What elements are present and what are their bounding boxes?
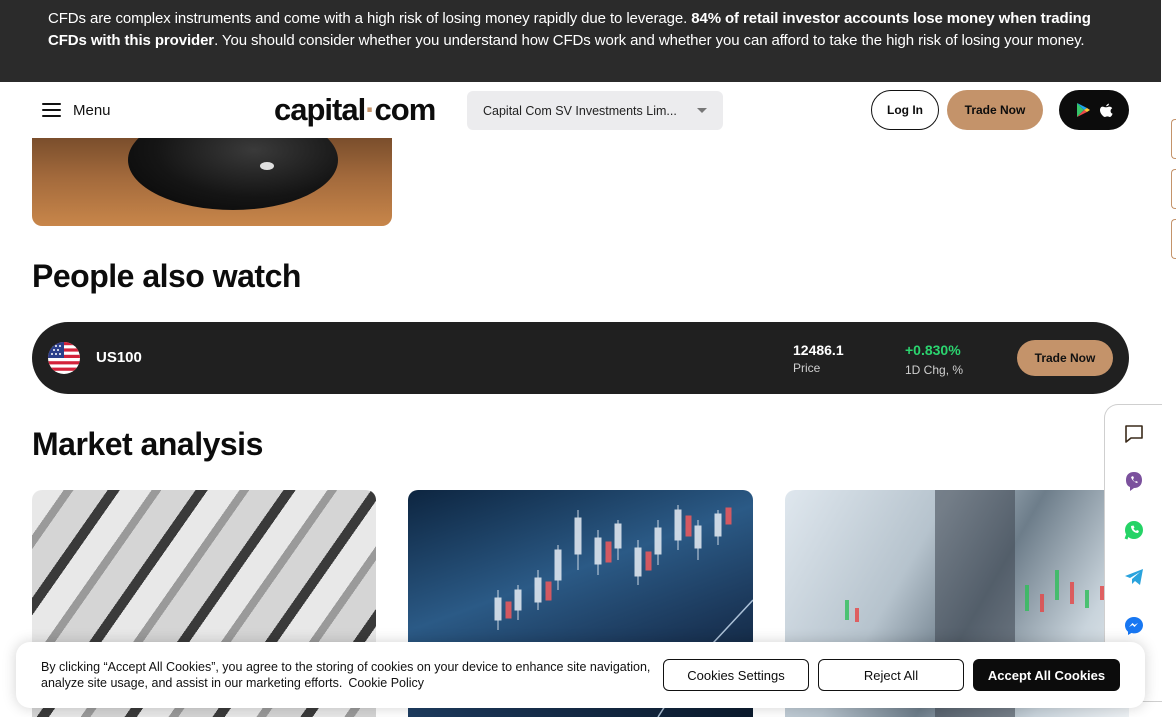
watch-row-us100[interactable]: US100 12486.1 Price +0.830% 1D Chg, % Tr…	[32, 322, 1129, 394]
change-label: 1D Chg, %	[905, 363, 964, 377]
accept-all-cookies-button[interactable]: Accept All Cookies	[973, 659, 1120, 691]
side-tab-3[interactable]	[1171, 219, 1176, 259]
reject-all-button[interactable]: Reject All	[818, 659, 964, 691]
side-tab-1[interactable]	[1171, 119, 1176, 159]
cookie-consent-banner: By clicking “Accept All Cookies”, you ag…	[16, 642, 1145, 708]
google-play-icon	[1077, 103, 1090, 117]
messenger-icon[interactable]	[1123, 615, 1145, 637]
cookie-policy-link[interactable]: Cookie Policy	[348, 676, 424, 690]
risk-warning-banner: CFDs are complex instruments and come wi…	[0, 0, 1161, 82]
menu-button[interactable]: Menu	[42, 98, 111, 122]
gavel-shape	[128, 138, 338, 210]
entity-select[interactable]: Capital Com SV Investments Lim...	[467, 91, 723, 130]
menu-label: Menu	[73, 101, 111, 119]
us-flag-icon	[48, 342, 80, 374]
side-tab-2[interactable]	[1171, 169, 1176, 209]
trade-now-button[interactable]: Trade Now	[947, 90, 1043, 130]
viber-icon[interactable]	[1123, 470, 1145, 492]
chat-icon[interactable]	[1123, 423, 1145, 445]
entity-select-value: Capital Com SV Investments Lim...	[483, 103, 677, 118]
people-also-watch-title: People also watch	[32, 258, 301, 294]
risk-text-end: . You should consider whether you unders…	[214, 32, 1085, 49]
cookie-text: By clicking “Accept All Cookies”, you ag…	[41, 660, 651, 690]
telegram-icon[interactable]	[1123, 566, 1145, 588]
cookie-text-block: By clicking “Accept All Cookies”, you ag…	[41, 659, 651, 691]
risk-text-start: CFDs are complex instruments and come wi…	[48, 10, 692, 27]
apple-icon	[1100, 103, 1113, 117]
hamburger-icon	[42, 103, 61, 117]
whatsapp-icon[interactable]	[1123, 519, 1145, 541]
cookies-settings-button[interactable]: Cookies Settings	[663, 659, 809, 691]
row-trade-now-button[interactable]: Trade Now	[1017, 340, 1113, 376]
price-label: Price	[793, 361, 821, 375]
instrument-price: 12486.1	[793, 342, 844, 358]
site-header: Menu capital·com Capital Com SV Investme…	[0, 82, 1161, 138]
instrument-symbol[interactable]: US100	[96, 349, 142, 366]
instrument-change: +0.830%	[905, 342, 961, 358]
article-image-gavel[interactable]	[32, 138, 392, 226]
login-button[interactable]: Log In	[871, 90, 939, 130]
market-analysis-title: Market analysis	[32, 426, 263, 462]
chevron-down-icon	[697, 108, 707, 113]
app-download-button[interactable]	[1059, 90, 1129, 130]
capital-com-logo[interactable]: capital·com	[274, 92, 436, 128]
